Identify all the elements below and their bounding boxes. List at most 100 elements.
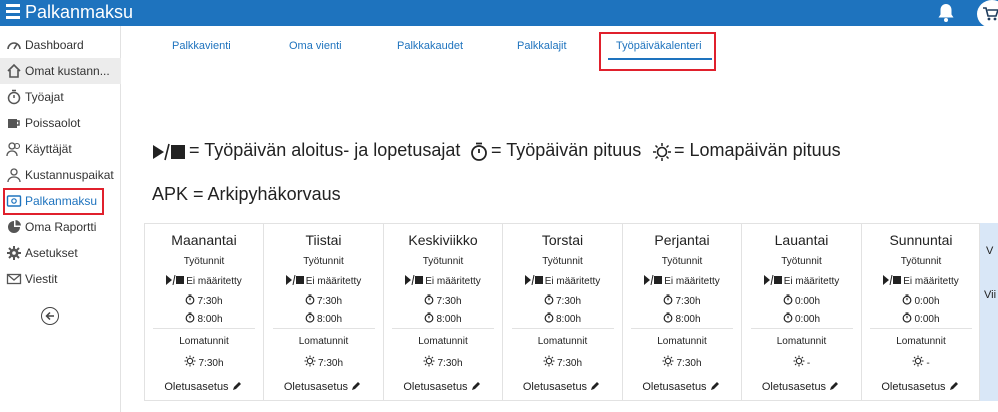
length-row-2: 8:00h (623, 312, 741, 325)
right-panel: V Vii (980, 223, 998, 401)
length-value-1: 7:30h (436, 296, 462, 307)
start-end-row: Ei määritetty (623, 275, 741, 287)
start-end-value: Ei määritetty (425, 276, 481, 287)
day-name: Maanantai (171, 232, 237, 248)
legend-apk: APK = Arkipyhäkorvaus (152, 184, 341, 204)
coffee-icon (6, 115, 22, 131)
cart-icon[interactable] (977, 0, 998, 28)
tab-palkkakaudet[interactable]: Palkkakaudet (397, 40, 463, 52)
length-value-2: 8:00h (197, 314, 223, 325)
length-value-1: 7:30h (197, 296, 223, 307)
sidebar-item-poissaolot[interactable]: Poissaolot (0, 110, 121, 136)
start-end-row: Ei määritetty (145, 275, 263, 287)
length-row-2: 8:00h (265, 312, 383, 325)
back-arrow-icon[interactable] (41, 307, 59, 325)
pencil-icon[interactable] (949, 381, 961, 393)
pencil-icon[interactable] (590, 381, 602, 393)
sidebar-item-viestit[interactable]: Viestit (0, 266, 121, 292)
sidebar-item-tyoajat[interactable]: Työajat (0, 84, 121, 110)
length-row-2: 0:00h (862, 312, 980, 325)
holiday-row: 7:30h (265, 355, 383, 369)
sidebar-item-kustannuspaikat[interactable]: Kustannuspaikat (0, 162, 121, 188)
default-setting-link[interactable]: Oletusasetus (265, 381, 383, 393)
calendar-day-lauantai: Lauantai Työtunnit Ei määritetty 0:00h 0:00h… (743, 224, 862, 400)
sun-icon (653, 143, 671, 161)
holiday-value: 7:30h (676, 358, 702, 369)
legend-start-end: = Työpäivän aloitus- ja lopetusajat (189, 140, 461, 160)
sidebar: Dashboard Omat kustann... Työajat Poissa… (0, 26, 121, 412)
default-label: Oletusasetus (403, 381, 468, 393)
start-end-row: Ei määritetty (504, 275, 622, 287)
length-row-1: 7:30h (504, 294, 622, 307)
length-value-2: 8:00h (316, 314, 343, 325)
sidebar-item-oma-raportti[interactable]: Oma Raportti (0, 214, 121, 240)
divider (153, 328, 255, 329)
start-end-row: Ei määritetty (862, 275, 980, 287)
holiday-value: 7:30h (317, 358, 344, 369)
pencil-icon[interactable] (471, 381, 483, 393)
length-value-2: 0:00h (794, 314, 821, 325)
pencil-icon[interactable] (351, 381, 363, 393)
tab-palkkavienti[interactable]: Palkkavienti (172, 40, 231, 52)
holiday-row: - (743, 355, 861, 369)
sidebar-item-asetukset[interactable]: Asetukset (0, 240, 121, 266)
highlight-box-tab (599, 32, 716, 71)
start-end-value: Ei määritetty (783, 276, 840, 287)
sidebar-item-kayttajat[interactable]: Käyttäjät (0, 136, 121, 162)
length-row-1: 7:30h (265, 294, 383, 307)
hamburger-icon[interactable] (6, 4, 20, 20)
holiday-value: 7:30h (198, 358, 224, 369)
app-title: Palkanmaksu (25, 2, 134, 22)
divider (511, 328, 614, 329)
start-end-value: Ei määritetty (664, 276, 720, 287)
default-label: Oletusasetus (761, 381, 827, 393)
length-row-1: 7:30h (623, 294, 741, 307)
length-value-1: 7:30h (316, 296, 343, 307)
default-label: Oletusasetus (283, 381, 349, 393)
length-row-1: 7:30h (384, 294, 502, 307)
work-hours-label: Työtunnit (542, 256, 583, 267)
pencil-icon[interactable] (829, 381, 841, 393)
bell-icon[interactable] (937, 3, 955, 28)
tab-oma-vienti[interactable]: Oma vienti (289, 40, 342, 52)
pencil-icon[interactable] (232, 381, 244, 393)
default-setting-link[interactable]: Oletusasetus (743, 381, 861, 393)
default-label: Oletusasetus (164, 381, 229, 393)
holiday-hours-label: Lomatunnit (179, 336, 229, 347)
length-value-1: 0:00h (914, 296, 940, 307)
start-end-value: Ei määritetty (305, 276, 362, 287)
start-end-value: Ei määritetty (186, 276, 242, 287)
holiday-row: 7:30h (145, 355, 263, 369)
default-setting-link[interactable]: Oletusasetus (623, 381, 741, 393)
holiday-value: 7:30h (556, 358, 583, 369)
home-icon (6, 63, 22, 79)
length-value-2: 0:00h (914, 314, 940, 325)
length-row-2: 8:00h (145, 312, 263, 325)
default-setting-link[interactable]: Oletusasetus (862, 381, 980, 393)
day-name: Perjantai (654, 232, 710, 248)
holiday-row: 7:30h (623, 355, 741, 369)
default-label: Oletusasetus (522, 381, 588, 393)
tab-palkkalajit[interactable]: Palkkalajit (517, 40, 567, 52)
sidebar-item-dashboard[interactable]: Dashboard (0, 32, 121, 58)
default-label: Oletusasetus (881, 381, 946, 393)
start-end-row: Ei määritetty (265, 275, 383, 287)
envelope-icon (6, 271, 22, 287)
holiday-row: - (862, 355, 980, 369)
sidebar-item-omat-kustannukset[interactable]: Omat kustann... (0, 58, 121, 84)
default-setting-link[interactable]: Oletusasetus (384, 381, 502, 393)
default-label: Oletusasetus (642, 381, 707, 393)
divider (750, 328, 853, 329)
divider (272, 328, 375, 329)
work-hours-label: Työtunnit (661, 256, 703, 267)
gear-icon (6, 245, 22, 261)
right-panel-text-2: Vii (984, 289, 997, 301)
legend-holiday: = Lomapäivän pituus (674, 140, 841, 160)
default-setting-link[interactable]: Oletusasetus (145, 381, 263, 393)
stopwatch-icon (6, 89, 22, 105)
length-value-1: 7:30h (555, 296, 582, 307)
work-calendar: Maanantai Työtunnit Ei määritetty 7:30h 8:00… (144, 223, 981, 401)
default-setting-link[interactable]: Oletusasetus (504, 381, 622, 393)
length-row-2: 8:00h (384, 312, 502, 325)
pencil-icon[interactable] (710, 381, 722, 393)
